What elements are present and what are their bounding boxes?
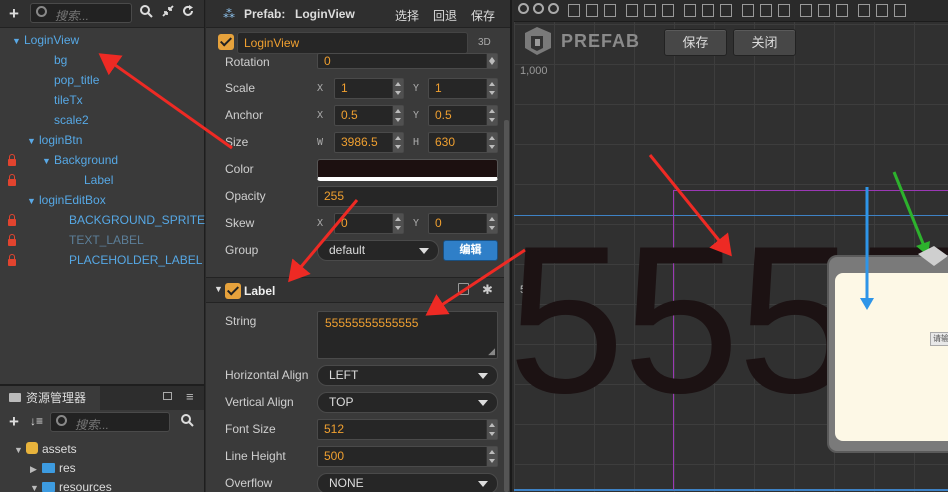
annotation-arrow [648,154,732,257]
annotation-overlay [98,53,732,316]
annotation-arrow [288,199,359,283]
annotation-arrow [425,248,526,316]
annotation-arrow [98,53,233,150]
